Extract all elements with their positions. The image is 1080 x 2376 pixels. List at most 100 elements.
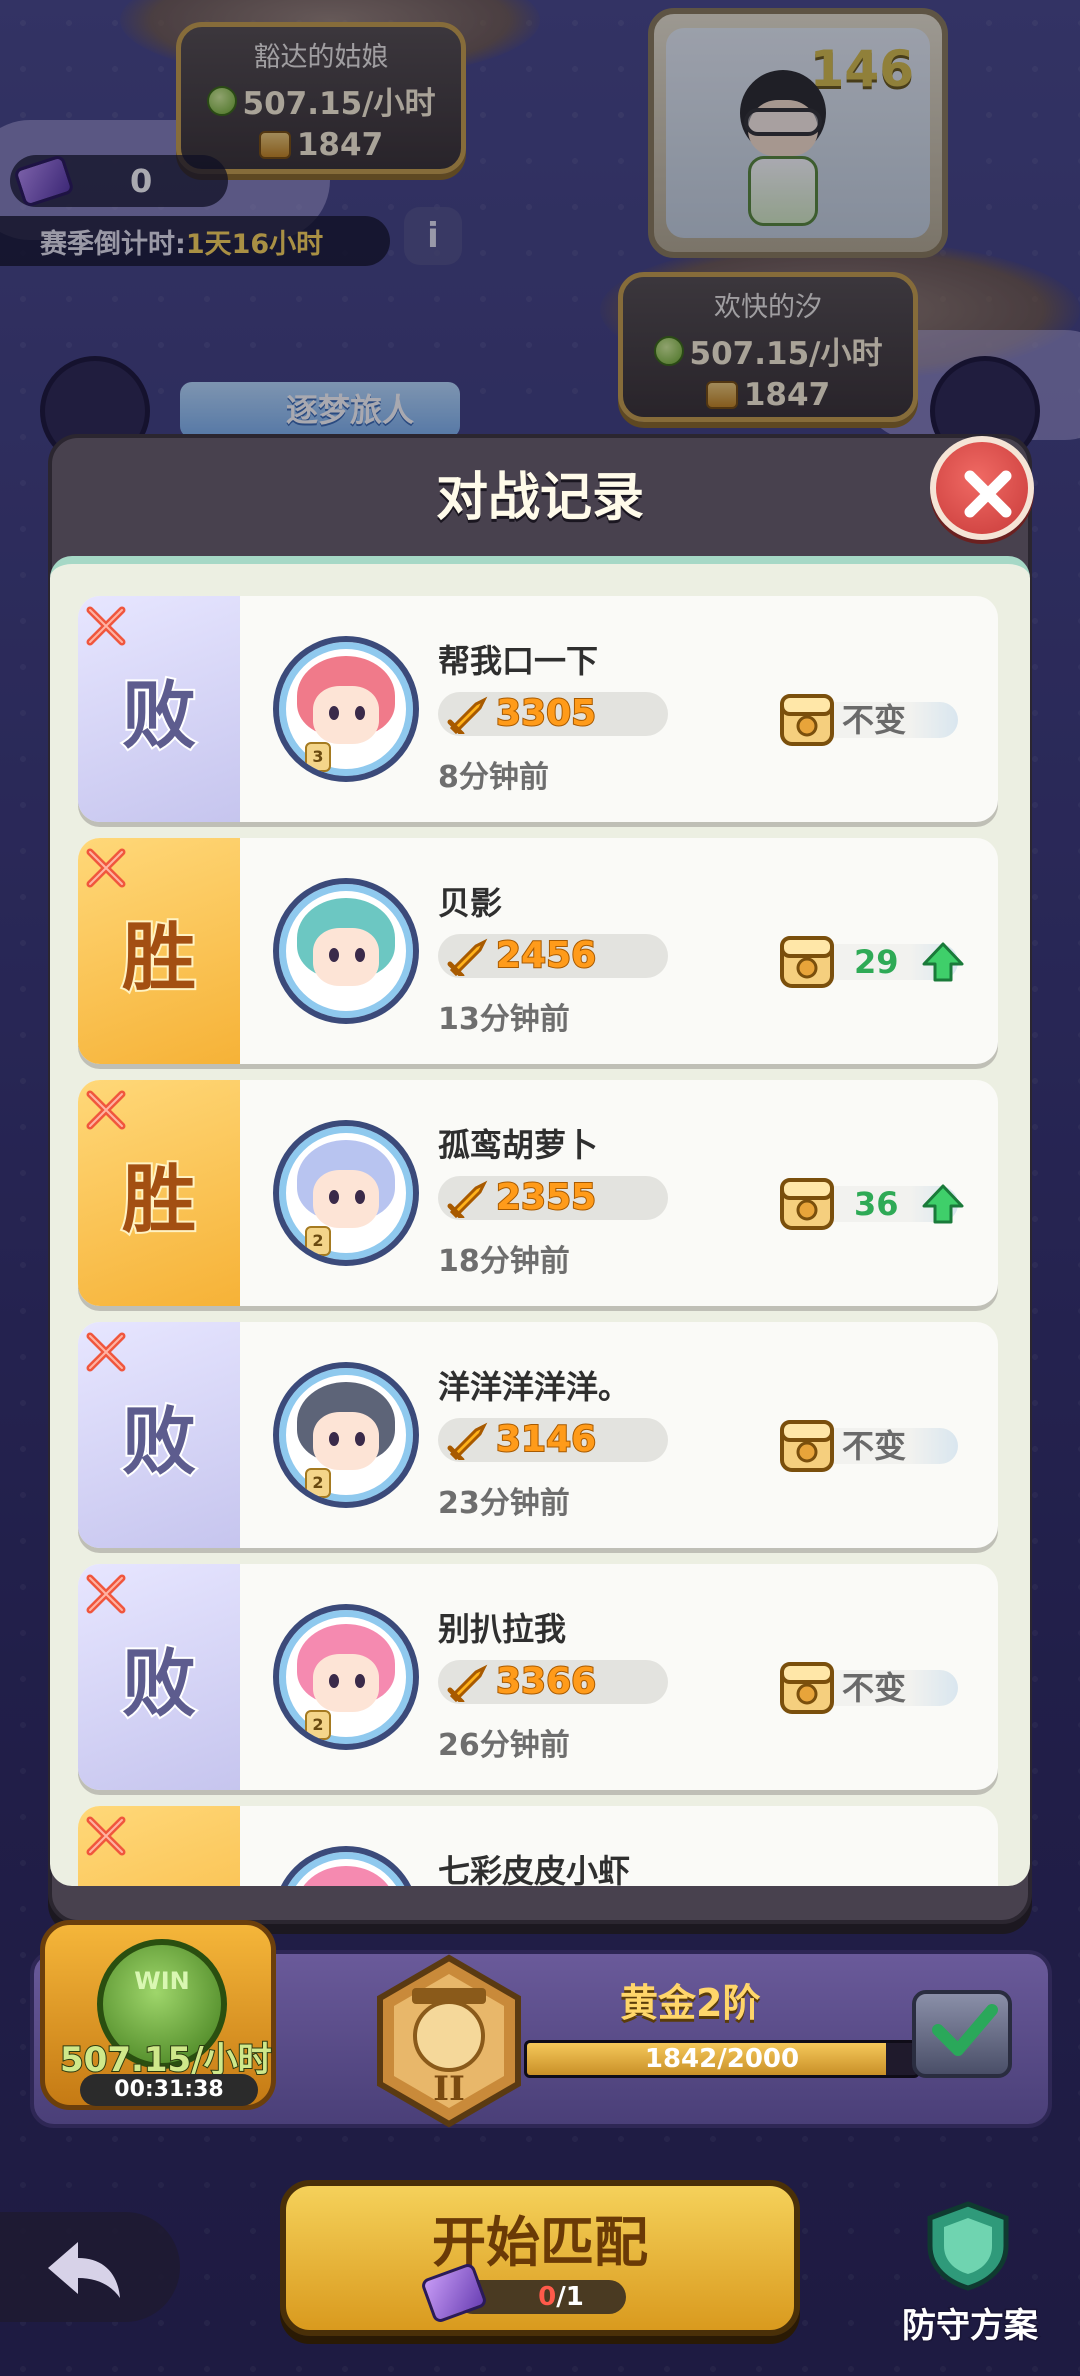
result-tab: 败 <box>78 1322 240 1548</box>
defense-plan-button[interactable]: 防守方案 <box>880 2200 1060 2348</box>
avatar-eye <box>329 1432 339 1446</box>
result-label: 胜 <box>120 913 198 1003</box>
opponent-name: 七彩皮皮小虾 <box>438 1852 631 1886</box>
opponent-avatar[interactable]: 2 <box>273 1362 419 1508</box>
avatar-eye <box>355 1190 365 1204</box>
combat-power-value: 3366 <box>495 1660 597 1703</box>
income-timer: 00:31:38 <box>80 2074 258 2106</box>
battle-record-row[interactable]: 败 2 别扒拉我 3366 26分钟前 不变 <box>78 1564 998 1790</box>
combat-power: 3366 <box>438 1660 668 1704</box>
result-tab: 败 <box>78 596 240 822</box>
sword-icon <box>447 938 488 976</box>
opponent-name: 孤鸾胡萝卜 <box>438 1126 599 1164</box>
trophy-change-value: 36 <box>854 1185 899 1223</box>
avatar-eye <box>329 1190 339 1204</box>
opponent-name: 洋洋洋洋洋。 <box>438 1368 631 1406</box>
result-label: 败 <box>120 1397 198 1487</box>
sword-icon <box>447 1422 488 1460</box>
back-button[interactable] <box>0 2212 180 2322</box>
trophy-chest-icon <box>780 694 834 746</box>
checkmark-icon <box>932 2004 998 2056</box>
opponent-name: 别扒拉我 <box>438 1610 567 1648</box>
combat-power: 3146 <box>438 1418 668 1462</box>
match-ticket-cost: 0/1 <box>419 2261 626 2325</box>
combat-power-value: 3146 <box>495 1418 597 1461</box>
trophy-change-value: 不变 <box>842 1669 907 1707</box>
crossed-swords-icon <box>86 1090 126 1130</box>
battle-record-row[interactable]: 败 3 帮我口一下 3305 8分钟前 不变 <box>78 596 998 822</box>
start-match-label: 开始匹配 <box>432 2211 648 2274</box>
battle-time: 26分钟前 <box>438 1728 570 1763</box>
defense-plan-label: 防守方案 <box>901 2305 1040 2348</box>
opponent-avatar[interactable]: 2 <box>273 1604 419 1750</box>
trophy-chest-icon <box>780 1662 834 1714</box>
battle-time: 23分钟前 <box>438 1486 570 1521</box>
win-label: WIN <box>134 1967 190 1995</box>
battle-record-row[interactable]: 败 2 洋洋洋洋洋。 3146 23分钟前 不变 <box>78 1322 998 1548</box>
crossed-swords-icon <box>86 606 126 646</box>
battle-record-row[interactable]: 胜 贝影 2456 13分钟前 29 <box>78 838 998 1064</box>
avatar-face <box>313 686 379 744</box>
avatar-level-badge: 3 <box>305 742 331 772</box>
avatar-face <box>313 1170 379 1228</box>
close-button[interactable] <box>930 436 1034 540</box>
opponent-name: 贝影 <box>438 884 503 922</box>
trophy-change-value: 29 <box>854 943 899 981</box>
opponent-avatar[interactable] <box>273 878 419 1024</box>
trophy-chest-icon <box>780 936 834 988</box>
battle-record-list[interactable]: 败 3 帮我口一下 3305 8分钟前 不变 胜 贝影 2456 13分钟前 2… <box>50 556 1030 1886</box>
combat-power: 3305 <box>438 692 668 736</box>
result-label: 胜 <box>120 1155 198 1245</box>
arrow-up-icon <box>922 942 964 982</box>
avatar-eye <box>355 1674 365 1688</box>
battle-record-row[interactable]: 胜 2 孤鸾胡萝卜 2355 18分钟前 36 <box>78 1080 998 1306</box>
avatar-eye <box>355 706 365 720</box>
rank-emblem-icon: II <box>377 1954 521 2128</box>
result-tab: 胜 <box>78 1080 240 1306</box>
battle-record-row[interactable]: 胜 七彩皮皮小虾 <box>78 1806 998 1886</box>
avatar-level-badge: 2 <box>305 1710 331 1740</box>
result-label: 败 <box>120 1639 198 1729</box>
battle-time: 18分钟前 <box>438 1244 570 1279</box>
avatar-eye <box>355 1432 365 1446</box>
avatar-level-badge: 2 <box>305 1226 331 1256</box>
modal-title: 对战记录 <box>435 468 644 528</box>
combat-power-value: 2355 <box>495 1176 597 1219</box>
record-list-inner: 败 3 帮我口一下 3305 8分钟前 不变 胜 贝影 2456 13分钟前 2… <box>78 596 998 1886</box>
start-match-button[interactable]: 开始匹配 0/1 <box>280 2180 800 2336</box>
opponent-avatar[interactable]: 3 <box>273 636 419 782</box>
battle-time: 8分钟前 <box>438 760 549 795</box>
result-tab: 胜 <box>78 838 240 1064</box>
result-label: 败 <box>120 671 198 761</box>
avatar-eye <box>329 1674 339 1688</box>
opponent-avatar[interactable] <box>273 1846 419 1886</box>
rank-progress-bar: 1842/2000 <box>524 2040 920 2078</box>
opponent-avatar[interactable]: 2 <box>273 1120 419 1266</box>
combat-power-value: 3305 <box>495 692 597 735</box>
sword-icon <box>447 1180 488 1218</box>
ticket-have: 0 <box>538 2282 557 2312</box>
rank-name: 黄金2阶 <box>620 1981 761 2025</box>
avatar-face <box>313 1412 379 1470</box>
trophy-chest-icon <box>780 1420 834 1472</box>
crossed-swords-icon <box>86 1816 126 1856</box>
combat-power: 2456 <box>438 934 668 978</box>
rank-level: II <box>433 2069 465 2109</box>
result-tab: 胜 <box>78 1806 240 1886</box>
trophy-change-value: 不变 <box>842 701 907 739</box>
avatar-eye <box>329 948 339 962</box>
battle-time: 13分钟前 <box>438 1002 570 1037</box>
result-tab: 败 <box>78 1564 240 1790</box>
result-label: 胜 <box>120 1866 198 1887</box>
crossed-swords-icon <box>86 1574 126 1614</box>
avatar-eye <box>355 948 365 962</box>
shield-icon <box>927 2201 1009 2291</box>
trophy-change-value: 不变 <box>842 1427 907 1465</box>
avatar-hair <box>297 1866 395 1886</box>
avatar-level-badge: 2 <box>305 1468 331 1498</box>
combat-power: 2355 <box>438 1176 668 1220</box>
avatar-eye <box>329 706 339 720</box>
sword-icon <box>447 696 488 734</box>
combat-power-value: 2456 <box>495 934 597 977</box>
ticket-need: /1 <box>556 2282 584 2312</box>
